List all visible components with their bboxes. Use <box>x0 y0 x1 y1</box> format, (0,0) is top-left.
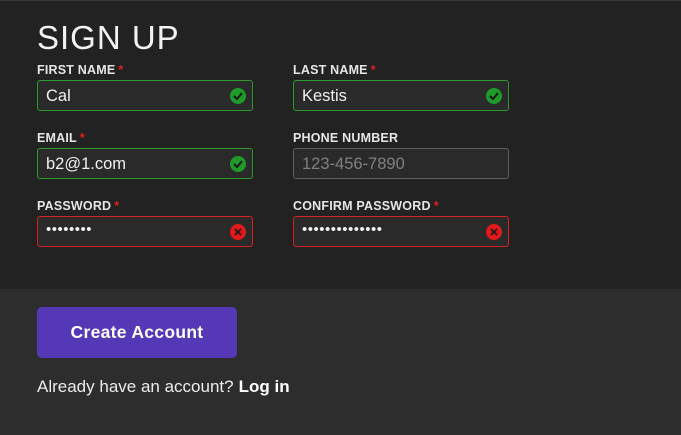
first-name-value: Cal <box>46 87 71 105</box>
email-field: EMAIL * b2@1.com <box>37 131 253 179</box>
confirm-password-value: •••••••••••••• <box>302 221 383 238</box>
check-circle-icon <box>486 88 502 104</box>
last-name-input[interactable]: Kestis <box>293 80 509 111</box>
check-circle-icon <box>230 156 246 172</box>
x-circle-icon <box>230 224 246 240</box>
password-field: PASSWORD * •••••••• <box>37 199 253 247</box>
create-account-button[interactable]: Create Account <box>37 307 237 358</box>
first-name-field: FIRST NAME * Cal <box>37 63 253 111</box>
required-marker: * <box>118 63 124 77</box>
required-marker: * <box>433 199 439 213</box>
confirm-password-field: CONFIRM PASSWORD * •••••••••••••• <box>293 199 509 247</box>
last-name-label: LAST NAME * <box>293 63 376 77</box>
password-input[interactable]: •••••••• <box>37 216 253 247</box>
login-link[interactable]: Log in <box>239 377 290 396</box>
phone-label: PHONE NUMBER <box>293 131 399 145</box>
login-prompt: Already have an account? Log in <box>37 377 290 396</box>
password-label: PASSWORD * <box>37 199 120 213</box>
password-value: •••••••• <box>46 221 93 238</box>
form-title: SIGN UP <box>37 19 180 56</box>
check-circle-icon <box>230 88 246 104</box>
email-label: EMAIL * <box>37 131 85 145</box>
required-marker: * <box>79 131 85 145</box>
email-input[interactable]: b2@1.com <box>37 148 253 179</box>
confirm-password-input[interactable]: •••••••••••••• <box>293 216 509 247</box>
required-marker: * <box>370 63 376 77</box>
phone-placeholder: 123-456-7890 <box>302 155 405 173</box>
confirm-password-label: CONFIRM PASSWORD * <box>293 199 439 213</box>
last-name-field: LAST NAME * Kestis <box>293 63 509 111</box>
required-marker: * <box>114 199 120 213</box>
signup-form-panel: SIGN UP FIRST NAME * Cal LAST NAME * Kesti… <box>0 0 681 289</box>
first-name-label: FIRST NAME * <box>37 63 124 77</box>
email-value: b2@1.com <box>46 155 127 173</box>
first-name-input[interactable]: Cal <box>37 80 253 111</box>
phone-field: PHONE NUMBER 123-456-7890 <box>293 131 509 179</box>
x-circle-icon <box>486 224 502 240</box>
phone-input[interactable]: 123-456-7890 <box>293 148 509 179</box>
last-name-value: Kestis <box>302 87 347 105</box>
